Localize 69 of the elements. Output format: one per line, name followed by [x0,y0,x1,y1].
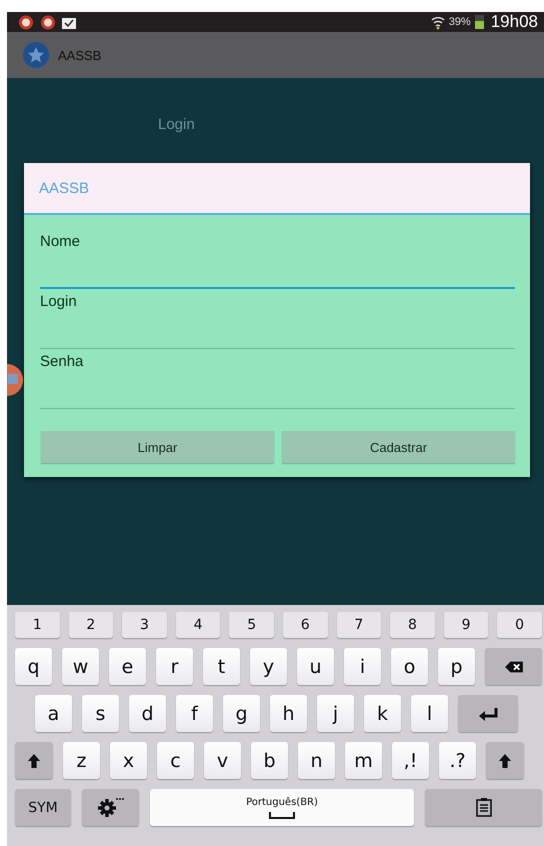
keyboard-key[interactable]: m [345,742,382,779]
wifi-icon [430,14,445,30]
keyboard-key[interactable]: 0 [497,612,542,638]
keyboard-key[interactable]: w [62,648,99,685]
keyboard-key[interactable]: l [411,695,448,732]
keyboard-key[interactable]: y [250,648,287,685]
shift-arrow-icon [498,752,512,770]
keyboard-key[interactable]: k [364,695,401,732]
shift-key[interactable] [15,742,53,779]
keyboard-key[interactable]: c [157,742,194,779]
keyboard-key[interactable]: z [63,742,100,779]
shift-key[interactable] [486,742,524,779]
app-title: AASSB [58,48,102,62]
space-bar-icon [269,812,295,818]
notification-icon [39,14,57,30]
keyboard-key[interactable]: u [297,648,334,685]
keyboard-key[interactable]: 5 [229,612,274,638]
keyboard-key[interactable]: 6 [282,612,328,638]
keyboard-key[interactable]: 2 [68,612,114,638]
notification-icon [17,14,35,30]
keyboard-key[interactable]: ,! [392,742,429,779]
keyboard-key[interactable]: x [110,742,147,779]
keyboard-key[interactable]: v [204,742,241,779]
keyboard-key[interactable]: h [270,695,307,732]
app-logo-icon [22,41,50,69]
backspace-key[interactable] [485,648,542,685]
language-label: Português(BR) [246,796,318,808]
keyboard-key[interactable]: a [35,695,72,732]
dialog-button[interactable]: Cadastrar [282,431,515,463]
keyboard-key[interactable]: f [176,695,213,732]
keyboard-key[interactable]: 8 [390,612,435,638]
enter-icon [477,706,499,722]
clipboard-key[interactable] [425,789,542,826]
keyboard-key[interactable]: 9 [444,612,488,638]
keyboard-key[interactable]: 7 [336,612,382,638]
input-field[interactable]: Nome [40,229,515,289]
dialog-button[interactable]: Limpar [41,431,274,463]
keyboard-key[interactable]: t [203,648,240,685]
dialog-title: AASSB [24,163,530,215]
keyboard-key[interactable]: j [317,695,354,732]
keyboard-key[interactable]: e [109,648,146,685]
settings-key[interactable] [82,789,139,826]
keyboard-key[interactable]: 3 [122,612,167,638]
keyboard-key[interactable]: 1 [15,612,60,638]
keyboard-key[interactable]: p [438,648,475,685]
keyboard-key[interactable]: b [251,742,288,779]
keyboard-key[interactable]: s [82,695,119,732]
keyboard-key[interactable]: SYM [15,789,71,826]
keyboard-key[interactable]: .? [439,742,476,779]
keyboard-key[interactable]: q [15,648,52,685]
clock: 19h08 [490,12,538,32]
keyboard-key[interactable]: d [129,695,166,732]
enter-key[interactable] [458,695,518,732]
clipboard-icon [476,798,492,817]
battery-icon [474,15,484,29]
keyboard-key[interactable]: g [223,695,260,732]
page-label: Login [158,116,195,133]
shift-arrow-icon [27,752,41,770]
battery-percent: 39% [448,16,471,28]
settings-icon [96,796,124,818]
keyboard-key[interactable]: n [298,742,335,779]
backspace-icon [502,658,524,674]
keyboard-key[interactable]: o [391,648,428,685]
keyboard-key[interactable]: i [344,648,381,685]
keyboard-key[interactable]: 4 [176,612,220,638]
input-field[interactable]: Login [40,289,515,349]
input-field[interactable]: Senha [40,349,515,409]
space-key[interactable]: Português(BR) [150,789,414,826]
keyboard-key[interactable]: r [156,648,193,685]
